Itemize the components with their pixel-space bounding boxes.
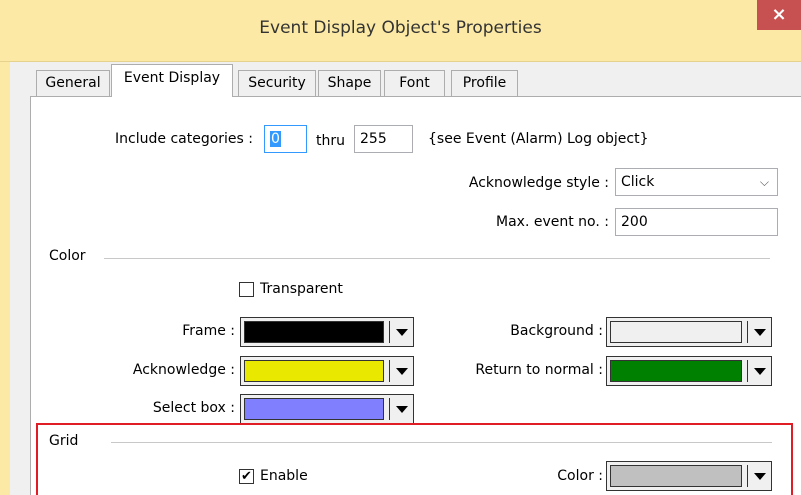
grid-highlight-box [36, 423, 793, 495]
frame-color-label: Frame : [182, 323, 235, 339]
select-box-color-swatch [244, 398, 384, 420]
tab-security[interactable]: Security [238, 70, 316, 96]
thru-label: thru [316, 133, 345, 149]
max-event-input[interactable]: 200 [615, 208, 778, 236]
chevron-down-icon: ⌵ [759, 175, 769, 189]
dropdown-arrow-icon [396, 406, 408, 413]
dropdown-arrow-icon [396, 368, 408, 375]
acknowledge-style-value: Click [621, 174, 655, 190]
acknowledge-color-swatch [244, 360, 384, 382]
acknowledge-color-label: Acknowledge : [132, 362, 235, 378]
tab-general[interactable]: General [36, 70, 110, 96]
frame-color-swatch [244, 321, 384, 343]
tab-profile[interactable]: Profile [451, 70, 518, 96]
title-bar: Event Display Object's Properties × [0, 0, 801, 62]
select-box-color-picker[interactable] [240, 394, 414, 424]
transparent-label: Transparent [260, 281, 343, 297]
category-from-input[interactable]: 0 [264, 125, 307, 153]
dropdown-arrow-icon [754, 329, 766, 336]
window-title: Event Display Object's Properties [259, 18, 542, 38]
event-log-note: {see Event (Alarm) Log object} [428, 131, 649, 147]
background-color-picker[interactable] [606, 317, 772, 347]
frame-color-separator [389, 321, 390, 343]
return-to-normal-color-swatch [610, 360, 742, 382]
acknowledge-style-label: Acknowledge style : [468, 175, 609, 191]
acknowledge-color-picker[interactable] [240, 356, 414, 386]
return-to-normal-color-picker[interactable] [606, 356, 772, 386]
dropdown-arrow-icon [754, 368, 766, 375]
max-event-label: Max. event no. : [496, 214, 609, 230]
return-to-normal-color-separator [747, 360, 748, 382]
frame-color-picker[interactable] [240, 317, 414, 347]
color-group-title: Color [49, 248, 86, 264]
transparent-checkbox[interactable] [239, 282, 254, 297]
category-to-input[interactable]: 255 [354, 125, 413, 153]
dropdown-arrow-icon [396, 329, 408, 336]
tab-shape[interactable]: Shape [318, 70, 381, 96]
background-color-separator [747, 321, 748, 343]
return-to-normal-label: Return to normal : [475, 362, 603, 378]
tab-event-display[interactable]: Event Display [111, 64, 233, 97]
include-categories-label: Include categories : [115, 131, 253, 147]
category-from-value: 0 [270, 131, 281, 147]
select-box-color-separator [389, 398, 390, 420]
background-color-swatch [610, 321, 742, 343]
color-group-divider [104, 258, 770, 259]
tab-font[interactable]: Font [384, 70, 445, 96]
select-box-color-label: Select box : [152, 400, 235, 416]
close-button[interactable]: × [757, 0, 801, 30]
acknowledge-color-separator [389, 360, 390, 382]
acknowledge-style-select[interactable]: Click ⌵ [615, 168, 778, 196]
background-color-label: Background : [510, 323, 603, 339]
